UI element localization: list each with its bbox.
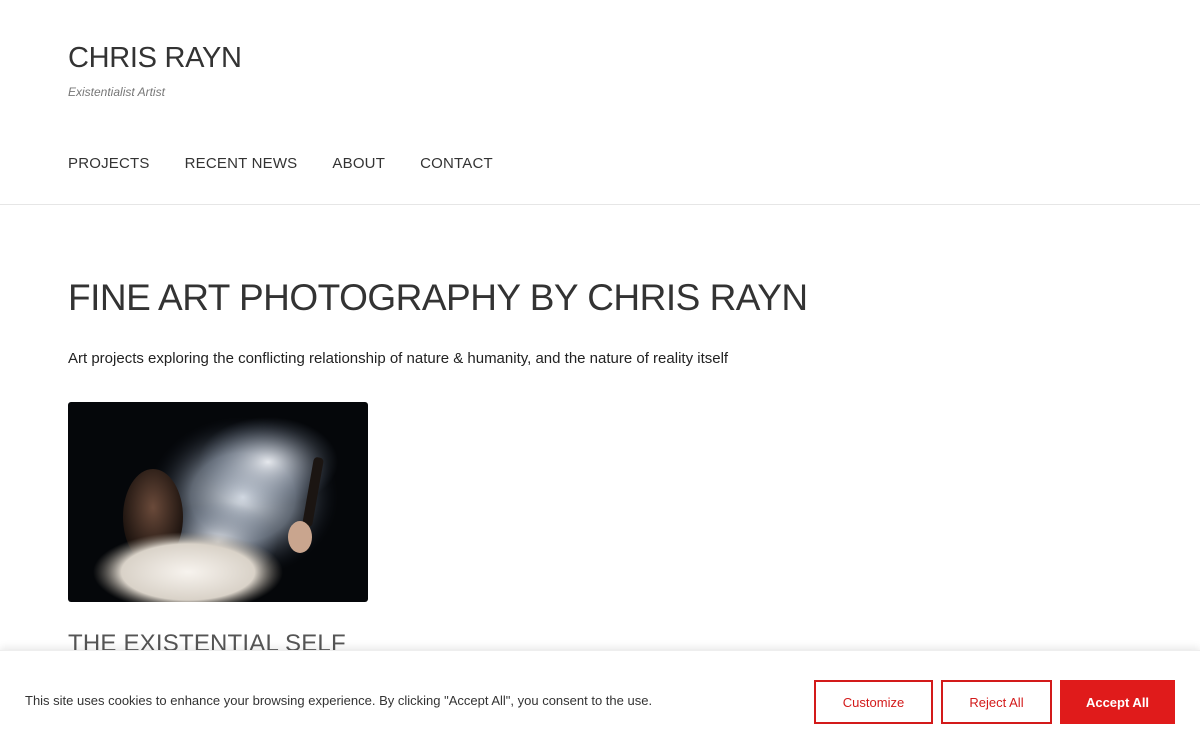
site-title[interactable]: CHRIS RAYN [68,42,242,75]
nav-item-recent-news[interactable]: RECENT NEWS [185,155,298,172]
nav-item-about[interactable]: ABOUT [332,155,385,172]
accept-all-button[interactable]: Accept All [1060,680,1175,724]
nav-item-contact[interactable]: CONTACT [420,155,493,172]
customize-button[interactable]: Customize [814,680,933,724]
smoke-ritual-photo [68,402,368,602]
site-header: CHRIS RAYN Existentialist Artist PROJECT… [0,0,1200,205]
page-title: FINE ART PHOTOGRAPHY BY CHRIS RAYN [68,277,808,318]
site-tagline: Existentialist Artist [68,85,165,99]
nav-item-projects[interactable]: PROJECTS [68,155,150,172]
project-image-link[interactable] [68,402,368,602]
page-intro: Art projects exploring the conflicting r… [68,350,729,367]
reject-all-button[interactable]: Reject All [941,680,1052,724]
main-nav: PROJECTS RECENT NEWS ABOUT CONTACT [68,155,493,172]
cookie-banner: This site uses cookies to enhance your b… [0,650,1200,740]
cookie-message: This site uses cookies to enhance your b… [25,693,653,708]
main-content: FINE ART PHOTOGRAPHY BY CHRIS RAYN Art p… [68,275,1132,369]
